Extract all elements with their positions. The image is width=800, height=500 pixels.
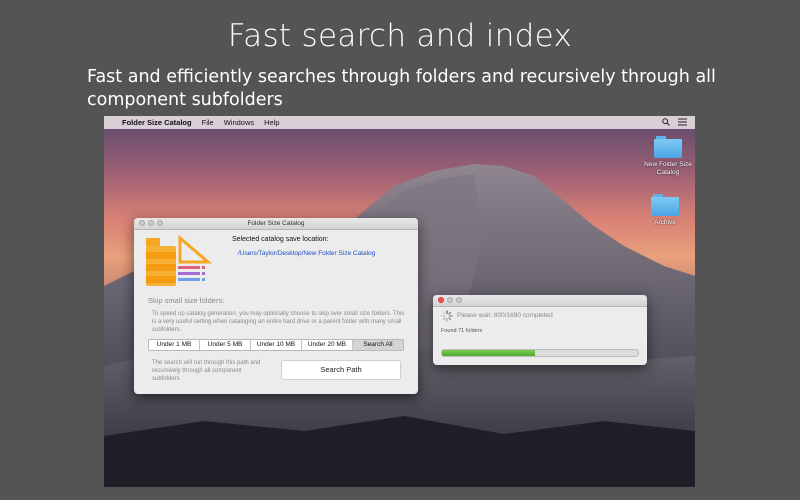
menu-help[interactable]: Help — [264, 118, 279, 127]
search-icon[interactable] — [662, 118, 670, 126]
option-search-all[interactable]: Search All — [353, 340, 403, 350]
desktop-icon-label: Archive — [654, 219, 676, 226]
option-under-20mb[interactable]: Under 20 MB — [302, 340, 353, 350]
folder-icon — [651, 194, 679, 216]
headline: Fast search and index — [227, 18, 573, 54]
minimize-button[interactable] — [148, 220, 154, 226]
save-location-path[interactable]: /Users/Taylor/Desktop/New Folder Size Ca… — [238, 250, 375, 257]
size-filter-segmented-control: Under 1 MB Under 5 MB Under 10 MB Under … — [148, 339, 404, 351]
folder-icon — [654, 136, 682, 158]
save-location-label: Selected catalog save location: — [232, 236, 329, 243]
folder-size-catalog-window: Folder Size Catalog Selected catalog sav… — [134, 218, 418, 394]
progress-fill — [442, 350, 535, 356]
app-logo-icon — [146, 234, 213, 286]
window-title: Folder Size Catalog — [247, 220, 305, 227]
desktop-icon-archive[interactable]: Archive — [635, 194, 695, 227]
search-path-button[interactable]: Search Path — [281, 360, 401, 380]
progress-window: Please wait: 800/1690 completed Found 71… — [433, 295, 647, 365]
skip-description: To speed up catalog generation, you may … — [152, 311, 405, 333]
window-titlebar[interactable]: Folder Size Catalog — [134, 218, 418, 230]
desktop-screenshot: Folder Size Catalog File Windows Help Ne… — [104, 116, 695, 487]
zoom-button[interactable] — [456, 297, 462, 303]
progress-titlebar[interactable] — [433, 295, 647, 307]
menu-app-name[interactable]: Folder Size Catalog — [122, 118, 192, 127]
found-count: Found 71 folders — [441, 328, 483, 334]
subheadline: Fast and efficiently searches through fo… — [87, 67, 716, 110]
option-under-5mb[interactable]: Under 5 MB — [200, 340, 251, 350]
skip-heading: Skip small size folders: — [148, 296, 225, 305]
menu-file[interactable]: File — [202, 118, 214, 127]
spinner-icon — [441, 310, 453, 322]
minimize-button[interactable] — [447, 297, 453, 303]
desktop-icon-new-folder-size-catalog[interactable]: New Folder Size Catalog — [638, 136, 695, 177]
list-icon[interactable] — [678, 118, 687, 126]
close-button[interactable] — [438, 297, 444, 303]
menu-windows[interactable]: Windows — [224, 118, 254, 127]
option-under-10mb[interactable]: Under 10 MB — [251, 340, 302, 350]
desktop-icon-label: New Folder Size Catalog — [644, 161, 692, 176]
progress-bar — [441, 349, 639, 357]
zoom-button[interactable] — [157, 220, 163, 226]
close-button[interactable] — [139, 220, 145, 226]
option-under-1mb[interactable]: Under 1 MB — [149, 340, 200, 350]
search-note: The search will run through this path an… — [152, 360, 261, 382]
menu-bar: Folder Size Catalog File Windows Help — [104, 116, 695, 129]
progress-status: Please wait: 800/1690 completed — [457, 312, 553, 319]
